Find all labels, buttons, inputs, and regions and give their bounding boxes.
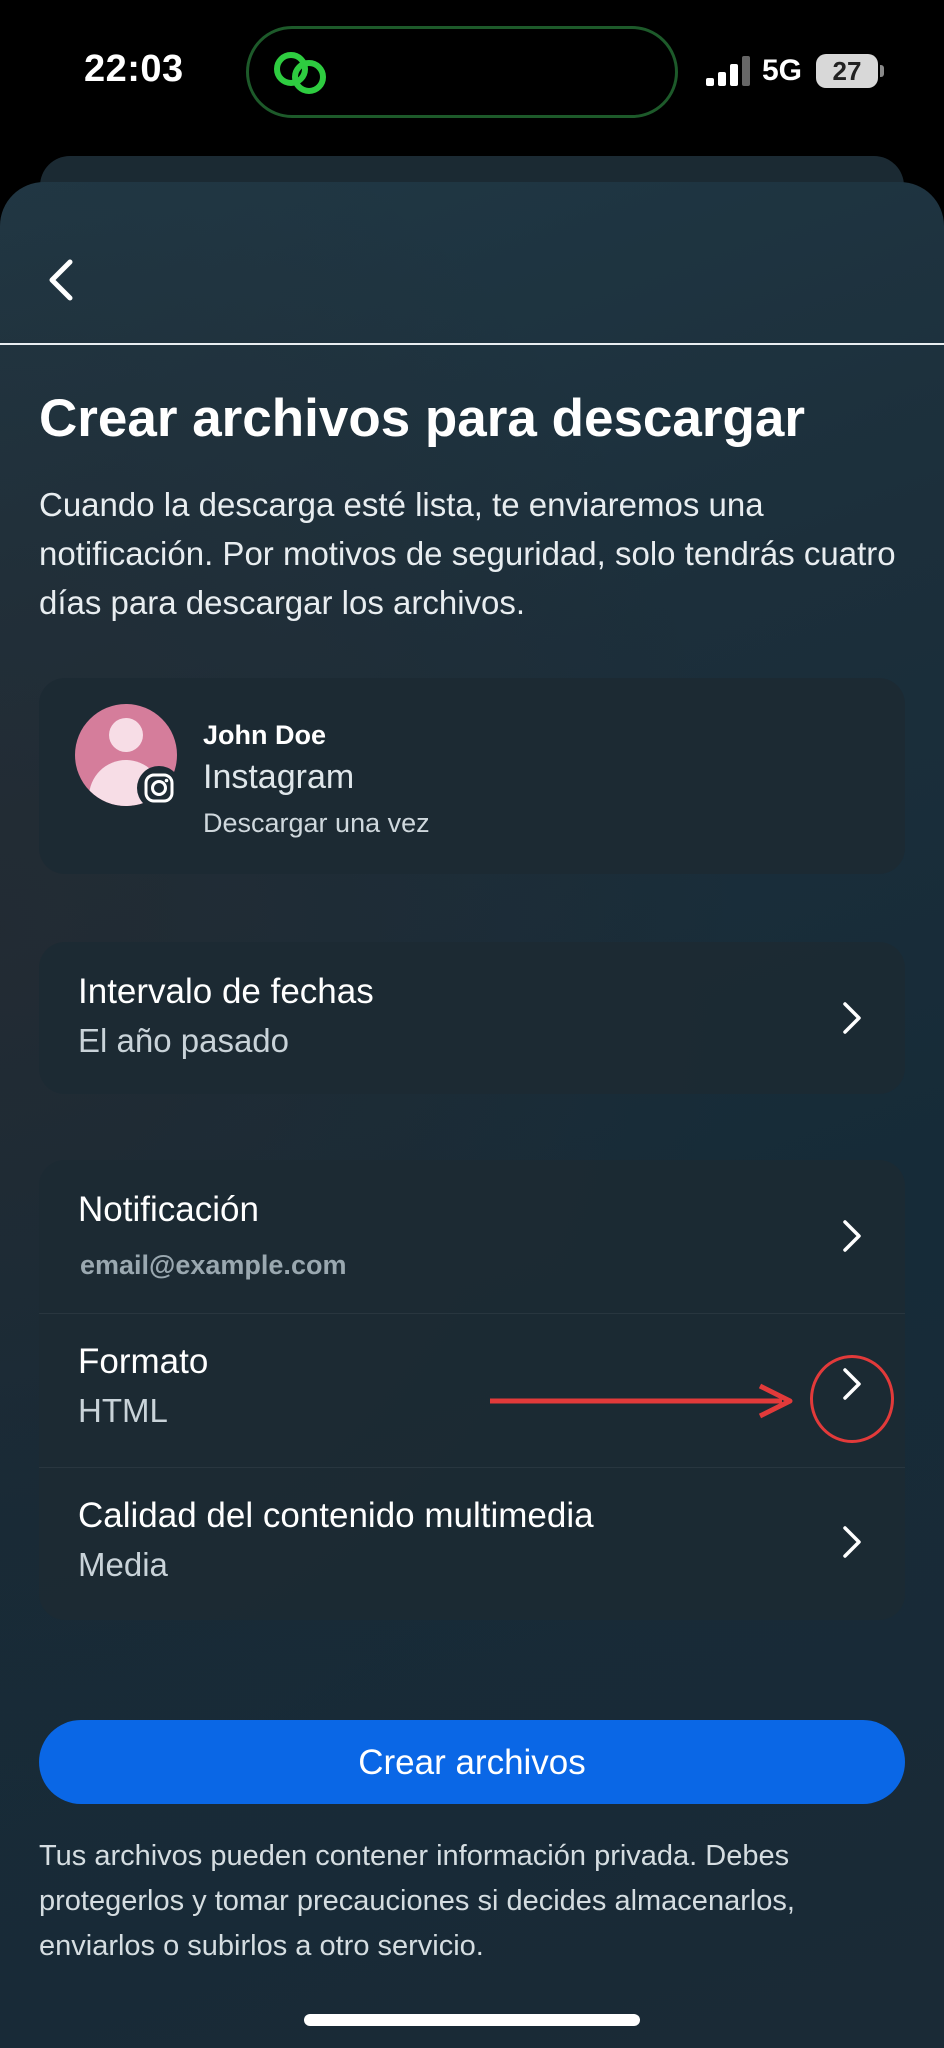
date-range-value: El año pasado [78,1022,290,1059]
modal-sheet: Crear archivos para descargar Cuando la … [0,182,944,2048]
dynamic-island [246,26,678,118]
page-description: Cuando la descarga esté lista, te enviar… [39,486,896,621]
format-label: Formato [78,1342,209,1381]
link-activity-icon [274,52,326,94]
date-range-label: Intervalo de fechas [78,972,374,1011]
page-title: Crear archivos para descargar [39,389,805,448]
home-indicator [304,2014,640,2026]
back-button[interactable] [36,254,88,306]
chevron-right-icon [843,1220,861,1252]
notification-row[interactable]: Notificación email@example.com [39,1160,905,1312]
account-name: John Doe [203,720,327,750]
notification-label: Notificación [78,1190,259,1229]
privacy-disclaimer: Tus archivos pueden contener información… [39,1840,795,1962]
chevron-right-icon [843,1526,861,1558]
media-quality-value: Media [78,1546,168,1583]
download-frequency: Descargar una vez [203,808,430,838]
format-value: HTML [78,1392,168,1429]
media-quality-row[interactable]: Calidad del contenido multimedia Media [39,1468,905,1620]
date-range-row[interactable]: Intervalo de fechas El año pasado [39,942,905,1094]
signal-icon [706,56,750,86]
chevron-right-icon [843,1002,861,1034]
account-app: Instagram [203,758,355,796]
account-card: John Doe Instagram Descargar una vez [39,678,905,874]
header-divider [0,343,944,345]
annotation-circle [810,1355,894,1443]
media-quality-label: Calidad del contenido multimedia [78,1496,594,1535]
annotation-arrow [490,1383,793,1419]
instagram-icon [137,766,181,810]
create-files-button[interactable]: Crear archivos [39,1720,905,1804]
status-time: 22:03 [84,48,184,90]
status-bar: 22:03 5G 27 [0,0,944,150]
network-type: 5G [762,54,803,87]
notification-email: email@example.com [80,1250,347,1280]
battery-icon: 27 [816,54,884,88]
